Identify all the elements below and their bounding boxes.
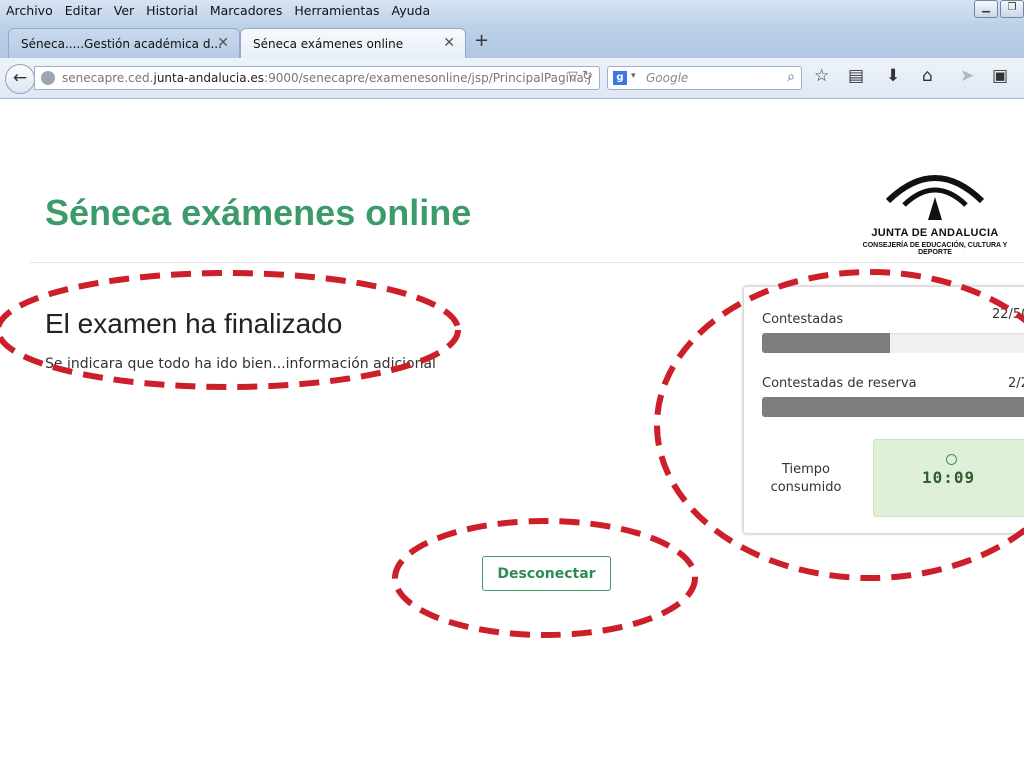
time-box: 10:09 <box>873 439 1024 517</box>
reserve-count: 2/2 <box>1008 376 1024 391</box>
home-icon[interactable]: ⌂ <box>922 66 933 86</box>
menu-historial[interactable]: Historial <box>140 0 204 22</box>
search-bar[interactable]: g ▾ Google ⌕ <box>607 66 802 90</box>
junta-andalucia-logo: JUNTA DE ANDALUCIA CONSEJERÍA DE EDUCACI… <box>850 165 1020 256</box>
globe-icon <box>41 71 55 85</box>
chevron-down-icon[interactable]: ▾ <box>631 71 636 81</box>
tab-seneca-examenes[interactable]: Séneca exámenes online ✕ <box>240 28 466 58</box>
tab-label: Séneca exámenes online <box>253 36 404 51</box>
progress-panel: Contestadas 22/50 Contestadas de reserva… <box>743 286 1024 534</box>
time-label: Tiempo consumido <box>770 462 842 495</box>
answered-label: Contestadas <box>762 312 844 327</box>
tab-label: Séneca.....Gestión académica d... <box>21 36 222 51</box>
disconnect-button[interactable]: Desconectar <box>482 556 611 591</box>
search-placeholder: Google <box>646 71 689 85</box>
reload-icon[interactable]: ▽ ↻ <box>568 69 593 84</box>
address-bar[interactable]: senecapre.ced.junta-andalucia.es:9000/se… <box>34 66 600 90</box>
close-icon[interactable]: ✕ <box>217 35 229 51</box>
app-title: Séneca exámenes online <box>45 192 472 233</box>
menu-herramientas[interactable]: Herramientas <box>288 0 385 22</box>
close-icon[interactable]: ✕ <box>443 35 455 51</box>
time-value: 10:09 <box>922 468 976 487</box>
junta-emblem-icon <box>885 175 985 220</box>
menu-archivo[interactable]: Archivo <box>0 0 59 22</box>
restore-icon[interactable]: ❐ <box>1000 0 1024 18</box>
exam-finished-heading: El examen ha finalizado <box>45 308 343 339</box>
menu-ver[interactable]: Ver <box>108 0 140 22</box>
tab-seneca-gestion[interactable]: Séneca.....Gestión académica d... ✕ <box>8 28 240 58</box>
download-arrow-icon[interactable]: ⬇ <box>886 66 900 86</box>
header-divider <box>30 262 1024 263</box>
addon-icon[interactable]: ▣ <box>992 66 1008 86</box>
tab-strip: Séneca.....Gestión académica d... ✕ Séne… <box>0 22 1024 58</box>
google-icon: g <box>613 71 627 85</box>
answered-count: 22/50 <box>992 307 1024 322</box>
reserve-progress-bar <box>762 397 1024 417</box>
exam-finished-info: Se indicara que todo ha ido bien...infor… <box>45 356 436 372</box>
logo-line-2: CONSEJERÍA DE EDUCACIÓN, CULTURA Y DEPOR… <box>862 242 1008 256</box>
reserve-progress-fill <box>762 397 1024 417</box>
search-icon[interactable]: ⌕ <box>787 69 795 85</box>
reading-list-icon[interactable]: ▤ <box>848 66 864 86</box>
menu-ayuda[interactable]: Ayuda <box>386 0 437 22</box>
minimize-icon[interactable]: ▁ <box>974 0 998 18</box>
new-tab-plus-icon[interactable]: + <box>474 30 489 51</box>
back-arrow-icon[interactable]: ← <box>5 64 35 94</box>
answered-progress-fill <box>762 333 890 353</box>
menu-bar: Archivo Editar Ver Historial Marcadores … <box>0 0 1024 22</box>
address-url: senecapre.ced.junta-andalucia.es:9000/se… <box>62 71 592 85</box>
bookmark-star-icon[interactable]: ☆ <box>814 66 829 86</box>
menu-editar[interactable]: Editar <box>59 0 108 22</box>
menu-marcadores[interactable]: Marcadores <box>204 0 289 22</box>
send-icon[interactable]: ➤ <box>960 66 974 86</box>
reserve-label: Contestadas de reserva <box>762 376 917 391</box>
answered-progress-bar <box>762 333 1024 353</box>
clock-icon <box>946 454 957 465</box>
nav-bar: ← senecapre.ced.junta-andalucia.es:9000/… <box>0 58 1024 99</box>
logo-line-1: JUNTA DE ANDALUCIA <box>871 227 999 239</box>
